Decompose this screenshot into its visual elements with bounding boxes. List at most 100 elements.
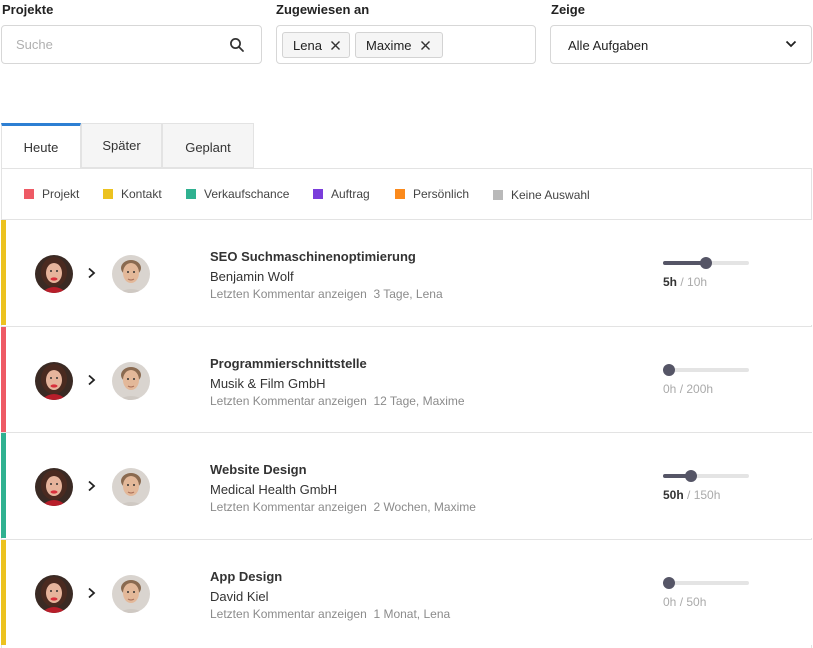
progress-track[interactable]	[663, 470, 749, 482]
task-title[interactable]: Programmierschnittstelle	[210, 356, 367, 371]
hours-total: / 200h	[679, 382, 714, 396]
comment-age: 3 Tage, Lena	[373, 287, 443, 301]
progress-handle[interactable]	[685, 470, 697, 482]
task-title[interactable]: App Design	[210, 569, 282, 584]
legend-label: Keine Auswahl	[511, 188, 590, 202]
legend-swatch	[313, 189, 323, 199]
last-comment-link[interactable]: Letzten Kommentar anzeigen	[210, 287, 367, 301]
hours-logged: 0h	[663, 382, 677, 396]
chip-label: Lena	[293, 37, 322, 53]
category-stripe	[1, 540, 6, 645]
task-title[interactable]: SEO Suchmaschinenoptimierung	[210, 249, 416, 264]
assigned-filter-label: Zugewiesen an	[276, 2, 370, 17]
comment-age: 2 Wochen, Maxime	[373, 500, 476, 514]
avatar	[35, 468, 73, 506]
task-comment-meta: Letzten Kommentar anzeigen 12 Tage, Maxi…	[210, 394, 465, 408]
assignee-chip-lena: Lena	[282, 32, 350, 58]
hours-total: / 50h	[679, 595, 707, 609]
search-icon[interactable]	[229, 37, 245, 53]
legend-item-verkaufschance: Verkaufschance	[186, 187, 289, 201]
remove-chip-icon[interactable]	[330, 40, 341, 51]
category-stripe	[1, 327, 6, 432]
legend-swatch	[103, 189, 113, 199]
avatar	[112, 255, 150, 293]
chevron-right-icon	[88, 587, 96, 599]
hours-text: 50h / 150h	[663, 488, 720, 502]
task-row[interactable]: Programmierschnittstelle Musik & Film Gmb…	[1, 326, 812, 432]
tab-heute[interactable]: Heute	[1, 123, 81, 169]
progress-handle[interactable]	[663, 364, 675, 376]
comment-age: 1 Monat, Lena	[373, 607, 451, 621]
task-client: Benjamin Wolf	[210, 269, 294, 284]
avatar	[112, 575, 150, 613]
assigned-to-field[interactable]: Lena Maxime	[276, 25, 536, 64]
legend-swatch	[186, 189, 196, 199]
project-search-box	[1, 25, 262, 64]
avatar	[35, 575, 73, 613]
legend-item-kontakt: Kontakt	[103, 187, 162, 201]
assignee-chip-maxime: Maxime	[355, 32, 443, 58]
comment-age: 12 Tage, Maxime	[373, 394, 465, 408]
show-select[interactable]: Alle Aufgaben	[550, 25, 812, 64]
legend-label: Kontakt	[121, 187, 162, 201]
chevron-right-icon	[88, 480, 96, 492]
last-comment-link[interactable]: Letzten Kommentar anzeigen	[210, 500, 367, 514]
hours-total: / 10h	[680, 275, 708, 289]
legend-swatch	[395, 189, 405, 199]
progress-track[interactable]	[663, 257, 749, 269]
chevron-right-icon	[88, 267, 96, 279]
tab-label: Heute	[23, 140, 59, 155]
progress-track[interactable]	[663, 577, 749, 589]
category-stripe	[1, 220, 6, 325]
avatar	[35, 255, 73, 293]
progress-handle[interactable]	[663, 577, 675, 589]
legend-label: Auftrag	[331, 187, 370, 201]
task-comment-meta: Letzten Kommentar anzeigen 2 Wochen, Max…	[210, 500, 476, 514]
hours-text: 0h / 50h	[663, 595, 706, 609]
projects-filter-label: Projekte	[2, 2, 54, 17]
progress-handle[interactable]	[700, 257, 712, 269]
tab-label: Geplant	[185, 140, 231, 155]
hours-text: 5h / 10h	[663, 275, 707, 289]
chevron-right-icon	[88, 374, 96, 386]
avatar	[112, 468, 150, 506]
legend-item-persoenlich: Persönlich	[395, 187, 469, 201]
legend-label: Projekt	[42, 187, 80, 201]
avatar	[112, 362, 150, 400]
task-client: Medical Health GmbH	[210, 482, 338, 497]
legend-swatch	[24, 189, 34, 199]
legend-item-projekt: Projekt	[24, 187, 79, 201]
last-comment-link[interactable]: Letzten Kommentar anzeigen	[210, 607, 367, 621]
task-client: David Kiel	[210, 589, 269, 604]
legend-item-auftrag: Auftrag	[313, 187, 370, 201]
hours-logged: 5h	[663, 275, 678, 289]
tab-geplant[interactable]: Geplant	[162, 123, 254, 168]
progress-track[interactable]	[663, 364, 749, 376]
legend-label: Persönlich	[413, 187, 470, 201]
legend-item-keine-auswahl: Keine Auswahl	[493, 188, 590, 202]
category-stripe	[1, 433, 6, 538]
show-select-value: Alle Aufgaben	[568, 38, 649, 53]
chevron-down-icon	[785, 40, 797, 48]
avatar	[35, 362, 73, 400]
hours-total: / 150h	[687, 488, 721, 502]
last-comment-link[interactable]: Letzten Kommentar anzeigen	[210, 394, 367, 408]
task-comment-meta: Letzten Kommentar anzeigen 1 Monat, Lena	[210, 607, 450, 621]
task-comment-meta: Letzten Kommentar anzeigen 3 Tage, Lena	[210, 287, 443, 301]
hours-logged: 50h	[663, 488, 684, 502]
tab-spaeter[interactable]: Später	[81, 123, 162, 168]
legend-swatch	[493, 190, 503, 200]
project-search-input[interactable]	[16, 26, 216, 63]
task-row[interactable]: SEO Suchmaschinenoptimierung Benjamin Wol…	[1, 219, 812, 325]
tab-label: Später	[102, 138, 141, 153]
task-row[interactable]: Website Design Medical Health GmbH Letzten…	[1, 432, 812, 538]
task-row[interactable]: App Design David Kiel Letzten Kommentar an…	[1, 539, 812, 645]
task-client: Musik & Film GmbH	[210, 376, 326, 391]
chip-label: Maxime	[366, 37, 412, 53]
task-title[interactable]: Website Design	[210, 462, 307, 477]
remove-chip-icon[interactable]	[420, 40, 431, 51]
hours-logged: 0h	[663, 595, 677, 609]
legend-label: Verkaufschance	[204, 187, 290, 201]
show-filter-label: Zeige	[551, 2, 585, 17]
hours-text: 0h / 200h	[663, 382, 713, 396]
